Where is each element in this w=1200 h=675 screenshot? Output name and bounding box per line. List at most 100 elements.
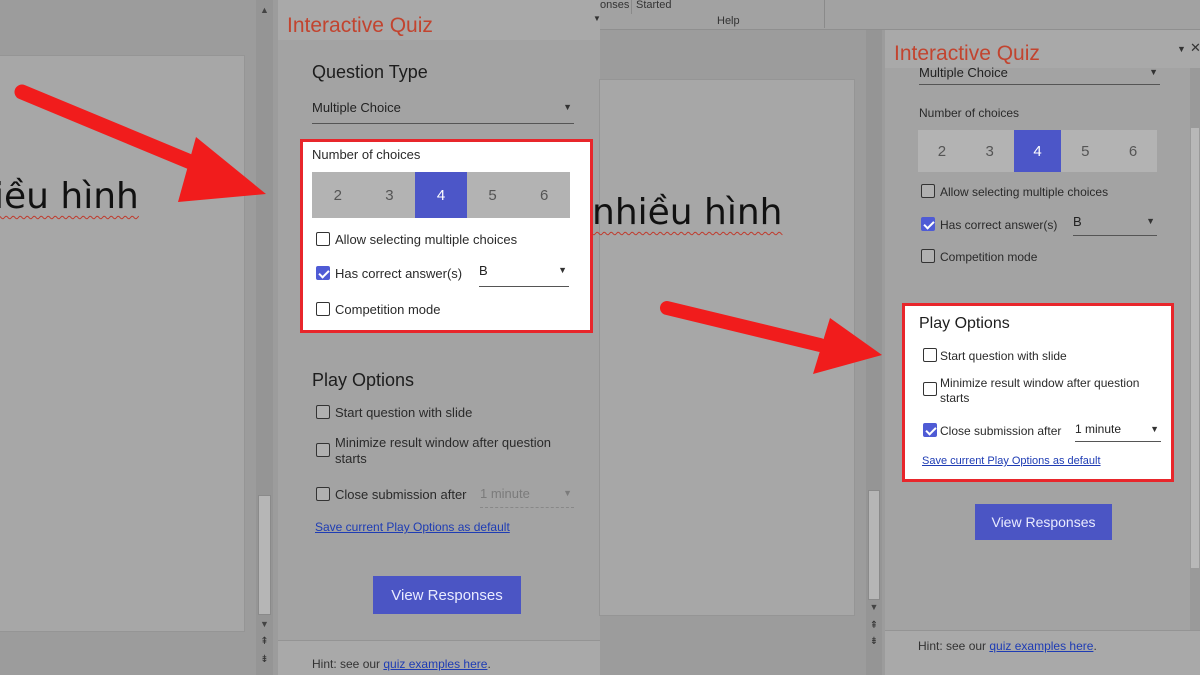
save-play-options-link[interactable]: Save current Play Options as default [315,520,510,534]
choice-option[interactable]: 2 [918,130,966,172]
close-submission-checkbox[interactable] [923,423,937,437]
choice-option[interactable]: 5 [1061,130,1109,172]
slide-text-left: iều hình [0,176,139,217]
close-icon[interactable]: ✕ [1190,40,1200,56]
competition-mode-label: Competition mode [335,302,441,317]
choice-option-selected[interactable]: 4 [415,172,467,218]
choice-option[interactable]: 3 [364,172,416,218]
ribbon-group-label: Help [717,15,740,27]
close-submission-select[interactable]: 1 minute ▼ [1075,422,1161,442]
number-of-choices-label: Number of choices [312,147,421,162]
hint-text: Hint: see our quiz examples here. [312,657,491,671]
minimize-result-label-line1: Minimize result window after question [940,376,1140,390]
chevron-down-icon: ▼ [1146,216,1155,226]
slide-text-right: nhiều hình [592,192,783,233]
ribbon-dropdown-icon[interactable]: ▼ [593,14,601,23]
interactive-quiz-pane-left: Interactive Quiz Question Type Multiple … [278,0,600,675]
start-with-slide-checkbox[interactable] [923,348,937,362]
allow-multiple-label: Allow selecting multiple choices [335,232,518,247]
play-options-heading: Play Options [919,315,1010,332]
competition-mode-label: Competition mode [940,250,1038,264]
minimize-result-checkbox[interactable] [316,443,330,457]
pane-options-icon[interactable]: ▼ [1177,44,1186,54]
start-with-slide-checkbox[interactable] [316,405,330,419]
pane-title: Interactive Quiz [287,14,433,37]
slide-scrollbar-left[interactable]: ▲ ▼ ⇞ ⇟ [256,0,273,675]
scroll-thumb[interactable] [258,495,271,615]
close-submission-value: 1 minute [480,486,530,501]
choice-option[interactable]: 5 [467,172,519,218]
close-submission-label: Close submission after [940,424,1062,438]
slide-canvas-left [0,56,244,631]
highlight-box-choices: Number of choices 2 3 4 5 6 Allow select… [300,139,593,333]
quiz-examples-link[interactable]: quiz examples here [989,639,1093,653]
slide-canvas-right [600,80,854,615]
save-play-options-link[interactable]: Save current Play Options as default [922,455,1101,467]
close-submission-label: Close submission after [335,487,467,502]
has-correct-answer-checkbox[interactable] [316,266,330,280]
minimize-result-checkbox[interactable] [923,382,937,396]
ribbon-divider [631,0,632,14]
view-responses-button[interactable]: View Responses [373,576,521,614]
close-submission-checkbox[interactable] [316,487,330,501]
pane-body [278,40,600,640]
play-options-heading: Play Options [312,370,415,390]
quiz-examples-link[interactable]: quiz examples here [383,657,487,671]
choice-option[interactable]: 3 [966,130,1014,172]
has-correct-answer-checkbox[interactable] [921,217,935,231]
start-with-slide-label: Start question with slide [940,349,1067,363]
slide-scrollbar-right[interactable]: ▼ ⇞ ⇟ [866,30,882,675]
pane-title: Interactive Quiz [894,42,1040,65]
pane-footer: Hint: see our quiz examples here. [278,640,600,675]
allow-multiple-checkbox[interactable] [316,232,330,246]
minimize-result-label-line2: starts [940,391,970,405]
has-correct-answer-label: Has correct answer(s) [335,266,463,281]
ribbon-divider [824,0,825,28]
pane-footer: Hint: see our quiz examples here. [885,630,1200,675]
scroll-down-arrow-icon[interactable]: ▼ [866,600,882,614]
next-slide-icon[interactable]: ⇟ [256,654,273,666]
allow-multiple-checkbox[interactable] [921,184,935,198]
number-of-choices-label: Number of choices [919,106,1020,120]
scroll-down-arrow-icon[interactable]: ▼ [256,617,273,631]
next-slide-icon[interactable]: ⇟ [866,636,882,648]
question-type-select[interactable]: Multiple Choice ▼ [919,65,1160,85]
ribbon-item[interactable]: onses [600,0,629,11]
choice-option[interactable]: 6 [518,172,570,218]
competition-mode-checkbox[interactable] [921,249,935,263]
correct-answer-value: B [479,263,488,278]
question-type-value: Multiple Choice [919,65,1008,80]
scroll-up-arrow-icon[interactable]: ▲ [256,3,273,17]
correct-answer-select[interactable]: B ▼ [1073,214,1157,236]
correct-answer-value: B [1073,214,1082,229]
chevron-down-icon: ▼ [558,265,567,275]
chevron-down-icon: ▼ [1150,424,1159,434]
previous-slide-icon[interactable]: ⇞ [256,636,273,648]
question-type-select[interactable]: Multiple Choice ▼ [312,100,574,124]
choice-option-selected[interactable]: 4 [1013,130,1062,172]
close-submission-select[interactable]: 1 minute ▼ [480,486,574,508]
choice-option[interactable]: 2 [312,172,364,218]
highlight-box-play-options: Play Options Start question with slide M… [902,303,1174,482]
minimize-result-label-line1: Minimize result window after question [335,435,552,450]
view-responses-button[interactable]: View Responses [975,504,1112,540]
close-submission-value: 1 minute [1075,422,1122,436]
pane-scroll-thumb[interactable] [1191,128,1199,568]
chevron-down-icon: ▼ [563,102,572,112]
correct-answer-select[interactable]: B ▼ [479,263,569,287]
chevron-down-icon: ▼ [563,488,572,498]
hint-text: Hint: see our quiz examples here. [918,639,1097,653]
number-of-choices-selector[interactable]: 2 3 4 5 6 [312,172,570,218]
scroll-thumb[interactable] [868,490,880,600]
allow-multiple-label: Allow selecting multiple choices [940,185,1109,199]
ribbon-strip [600,0,1200,30]
previous-slide-icon[interactable]: ⇞ [866,620,882,632]
question-type-value: Multiple Choice [312,100,401,115]
has-correct-answer-label: Has correct answer(s) [940,218,1058,232]
competition-mode-checkbox[interactable] [316,302,330,316]
ribbon-item[interactable]: Started [636,0,671,11]
number-of-choices-selector[interactable]: 2 3 4 5 6 [918,130,1157,172]
pane-scrollbar[interactable] [1190,68,1200,630]
choice-option[interactable]: 6 [1109,130,1157,172]
chevron-down-icon: ▼ [1149,67,1158,77]
